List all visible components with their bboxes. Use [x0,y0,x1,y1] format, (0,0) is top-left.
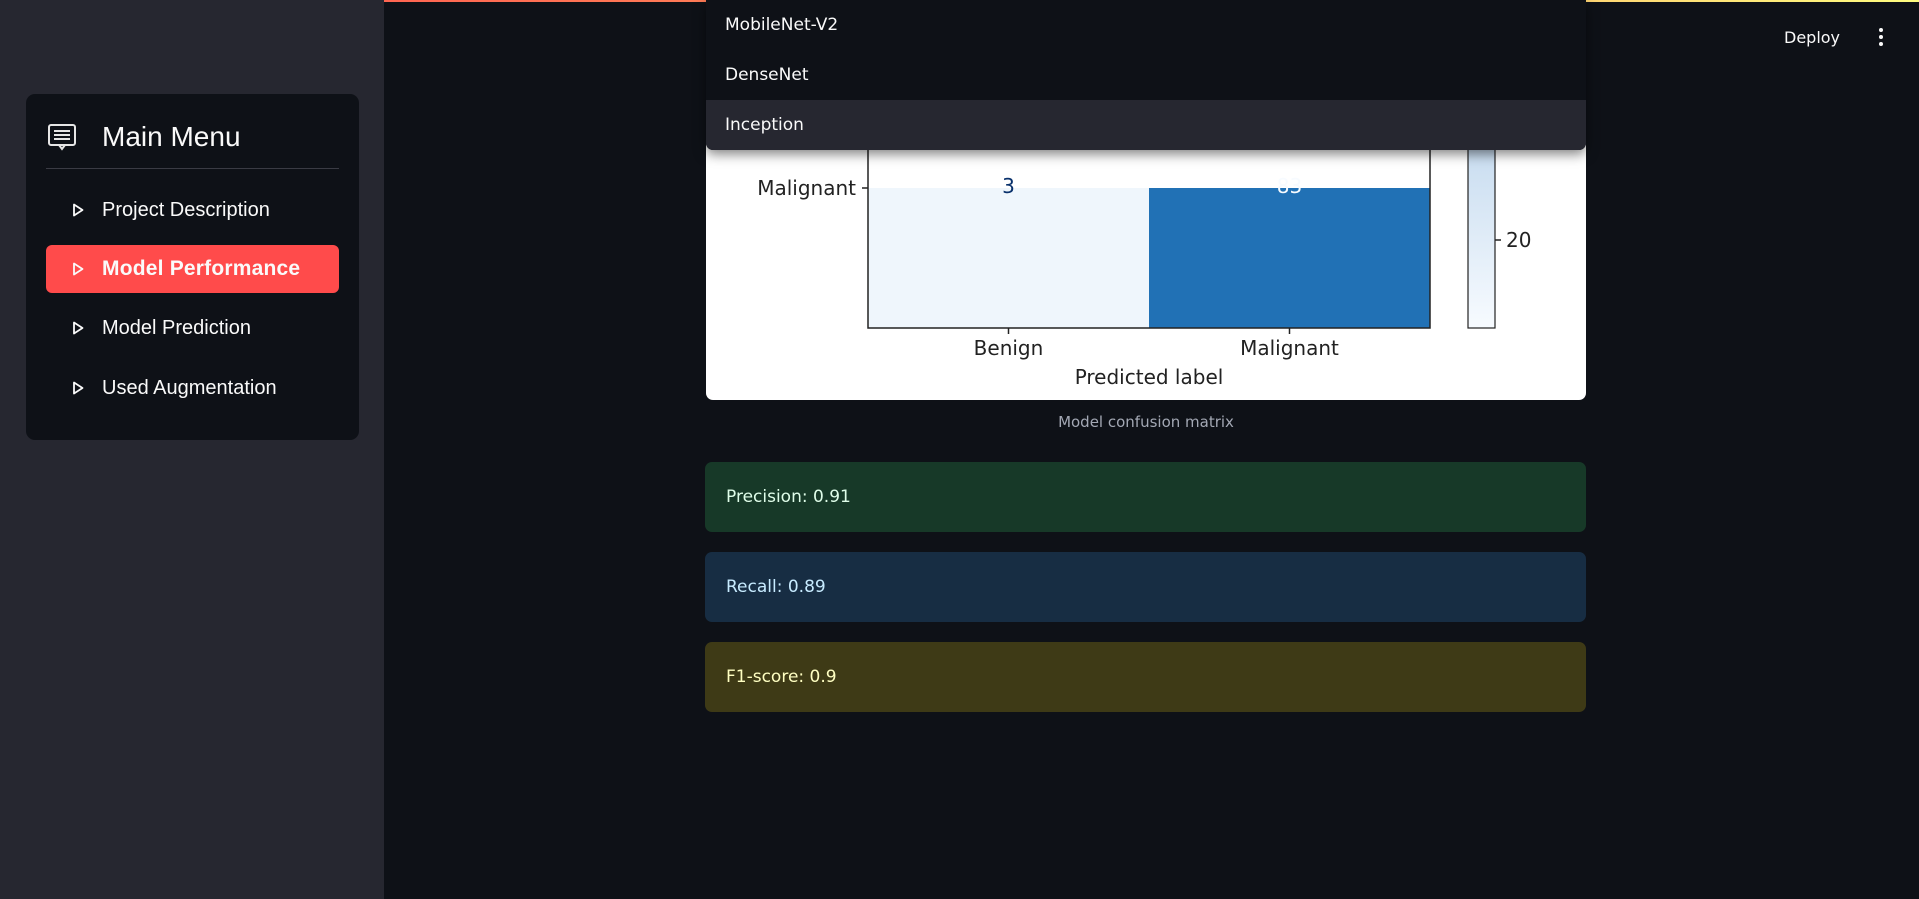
menu-title: Main Menu [102,121,241,152]
cell-value-label: 3 [1002,174,1015,198]
recall-text: Recall: 0.89 [726,577,826,597]
precision-alert: Precision: 0.91 [705,462,1586,532]
sidebar-item-label: Model Performance [102,257,301,280]
triangle-right-icon [73,262,84,276]
precision-text: Precision: 0.91 [726,487,851,507]
y-tick-label: Malignant [757,176,856,200]
confusion-matrix-svg: 3 83 Malignant Benign Malignant Predicted lab… [757,140,1531,389]
triangle-right-icon [73,381,84,395]
matrix-cell [1149,188,1430,328]
triangle-right-icon [73,203,84,217]
x-tick-label: Benign [974,336,1044,360]
f1-text: F1-score: 0.9 [726,667,837,687]
sidebar-item-model-prediction[interactable]: Model Prediction [46,304,339,352]
f1-score-alert: F1-score: 0.9 [705,642,1586,712]
model-select-dropdown: MobileNet-V2 DenseNet Inception [706,0,1586,150]
sidebar: Main Menu Project Description Model Perf… [0,0,384,899]
sidebar-item-used-augmentation[interactable]: Used Augmentation [46,364,339,412]
dropdown-option-mobilenet-v2[interactable]: MobileNet-V2 [706,0,1586,50]
recall-alert: Recall: 0.89 [705,552,1586,622]
x-tick-label: Malignant [1240,336,1339,360]
deploy-button[interactable]: Deploy [1784,24,1840,50]
colorbar [1467,140,1496,329]
matrix-cell [868,188,1149,328]
triangle-right-icon [73,321,84,335]
sidebar-item-model-performance[interactable]: Model Performance [46,245,339,293]
option-label: DenseNet [725,65,809,85]
x-axis-label: Predicted label [1075,365,1224,389]
dropdown-option-densenet[interactable]: DenseNet [706,50,1586,100]
cell-value-label: 83 [1277,174,1302,198]
menu-list-icon [48,124,76,151]
sidebar-item-label: Project Description [102,198,270,221]
sidebar-item-label: Model Prediction [102,316,251,339]
menu-divider [46,168,339,169]
main-menu: Main Menu Project Description Model Perf… [26,94,359,440]
sidebar-item-project-description[interactable]: Project Description [46,186,339,234]
chart-caption: Model confusion matrix [1058,413,1234,431]
option-label: MobileNet-V2 [725,15,839,35]
colorbar-tick-label: 20 [1506,228,1531,252]
sidebar-item-label: Used Augmentation [102,376,277,399]
menu-header: Main Menu [46,120,241,154]
option-label: Inception [725,115,804,135]
confusion-matrix-chart: 3 83 Malignant Benign Malignant Predicted lab… [706,140,1586,400]
kebab-menu-icon[interactable] [1876,27,1886,47]
dropdown-option-inception[interactable]: Inception [706,100,1586,150]
